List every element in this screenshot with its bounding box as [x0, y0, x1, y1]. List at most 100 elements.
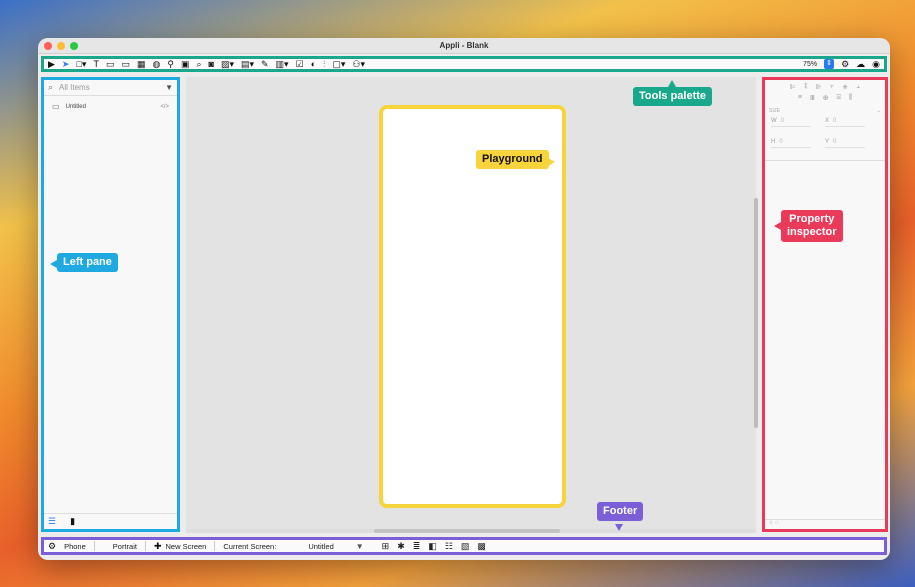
items-filter[interactable]: ⌕ All Items ▼ [44, 80, 177, 96]
table-icon[interactable]: ▦ [137, 59, 146, 69]
pointer-icon[interactable]: ➤ [62, 59, 70, 69]
footer-callout-arrow [615, 524, 623, 531]
edit-icon[interactable]: ✎ [261, 59, 269, 69]
chevron-down-icon[interactable]: ▼ [165, 83, 173, 92]
tools-palette-callout: Tools palette [633, 87, 713, 107]
chat-icon[interactable]: ▩ [477, 541, 486, 552]
sliders-icon[interactable]: ⫶ [323, 59, 325, 69]
play-icon[interactable]: ▶ [48, 59, 55, 69]
chevron-down-icon[interactable]: ▼ [356, 542, 364, 551]
align-center-icon[interactable]: ‡ [804, 83, 808, 91]
text-icon[interactable]: T [93, 59, 99, 69]
image-icon[interactable]: ▨▾ [221, 59, 234, 69]
search-icon[interactable]: ⌕ [196, 59, 201, 69]
playground-callout: Playground [476, 150, 549, 170]
property-inspector-callout-line2: inspector [787, 226, 837, 239]
size-fields: W0 X0 H0 Y0 [765, 114, 885, 152]
grid-icon[interactable]: ⊞ [382, 541, 390, 552]
footer-bar: ⚙ Phone Portrait ✚ New Screen Current Sc… [41, 537, 887, 555]
toggle-icon[interactable]: ◐ [311, 59, 316, 69]
chart-icon[interactable]: ▣ [181, 59, 190, 69]
globe-icon[interactable]: ◍ [152, 59, 160, 69]
tools-palette: ▶ ➤ □▾ T ▭ ▭ ▦ ◍ ⚲ ▣ ⌕ ◙ ▨▾ ▤▾ ✎ ▥▾ ☑ ◐ … [41, 56, 887, 72]
equal-spacing-icon[interactable]: ⫼ [849, 94, 852, 102]
zoom-level[interactable]: 75% [803, 61, 817, 68]
footer-tools: ⊞ ✱ ≣ ◧ ☷ ▧ ▩ [382, 541, 486, 552]
align-bottom-icon[interactable]: ⫠ [856, 83, 860, 91]
divider [93, 541, 95, 551]
app-window: Appli - Blank ▶ ➤ □▾ T ▭ ▭ ▦ ◍ ⚲ ▣ ⌕ ◙ ▨… [38, 38, 890, 560]
form-icon[interactable]: ▥▾ [276, 59, 289, 69]
list-icon[interactable]: ▤▾ [241, 59, 254, 69]
screen-icon: ▭ [52, 102, 60, 111]
tools-palette-callout-arrow [668, 80, 676, 87]
align-right-icon[interactable]: ⊪ [816, 83, 822, 91]
chevron-down-icon: ⌄ [876, 108, 881, 114]
align-middle-icon[interactable]: ⧺ [842, 83, 848, 91]
center-both-icon[interactable]: ⊕ [823, 94, 829, 102]
property-inspector-callout-line1: Property [789, 213, 835, 225]
property-inspector-callout-arrow [774, 222, 781, 230]
bookmark-icon[interactable]: ▮ [70, 516, 75, 527]
height-field[interactable]: H0 [771, 139, 811, 148]
storage-icon[interactable]: ◧ [428, 541, 437, 552]
search-icon: ⌕ [48, 82, 54, 92]
device-selector[interactable]: Phone [64, 542, 86, 551]
settings-icon[interactable]: ⚙ [48, 541, 56, 551]
disabled-icon[interactable]: ⊘ [769, 520, 773, 526]
playground-callout-arrow [548, 158, 555, 166]
button-icon[interactable]: ▭ [106, 59, 115, 69]
x-field[interactable]: X0 [825, 118, 865, 127]
calendar-icon[interactable]: ▢▾ [332, 59, 345, 69]
input-icon[interactable]: ▭ [121, 59, 130, 69]
size-label: SIZE [769, 108, 781, 114]
divider [144, 541, 146, 551]
distribute-vertical-icon[interactable]: Ⅲ [810, 94, 815, 102]
database-icon[interactable]: ≣ [413, 541, 421, 552]
rectangle-icon[interactable]: □▾ [76, 59, 86, 69]
clipboard-icon[interactable]: ▧ [461, 541, 470, 552]
cloud-upload-icon[interactable]: ☁ [856, 59, 865, 69]
width-field[interactable]: W0 [771, 118, 811, 127]
property-inspector-callout: Property inspector [781, 210, 843, 243]
camera-icon[interactable]: ◙ [209, 59, 214, 69]
left-pane-tabs: ☰ ▮ [44, 513, 177, 529]
list-item[interactable]: ▭ Untitled </> [44, 100, 177, 114]
list-item-label: Untitled [65, 104, 86, 110]
user-icon[interactable]: ⚇▾ [352, 59, 365, 69]
checkbox-icon[interactable]: ☑ [296, 59, 304, 69]
settings-icon[interactable]: ⚙ [841, 59, 849, 69]
code-icon[interactable]: ‹/› [775, 520, 780, 526]
left-pane-callout: Left pane [57, 253, 118, 273]
map-pin-icon[interactable]: ⚲ [167, 59, 174, 69]
alignment-tools-row-1: ⊫ ‡ ⊪ ⫟ ⧺ ⫠ [765, 83, 885, 91]
y-field[interactable]: Y0 [825, 139, 865, 148]
horizontal-scrollbar[interactable] [374, 529, 560, 533]
list-icon[interactable]: ☷ [445, 541, 453, 552]
vertical-scrollbar[interactable] [754, 198, 758, 428]
filter-label: All Items [59, 83, 90, 92]
stretch-icon[interactable]: ⌸ [837, 94, 841, 102]
list-view-icon[interactable]: ☰ [48, 516, 56, 527]
current-screen-label: Current Screen: [223, 541, 277, 551]
code-icon[interactable]: </> [160, 104, 169, 110]
bug-icon[interactable]: ✱ [397, 541, 405, 552]
alignment-tools-row-2: ≡ Ⅲ ⊕ ⌸ ⫼ [765, 94, 885, 102]
window-title: Appli - Blank [439, 41, 489, 50]
inspector-divider [765, 160, 885, 161]
title-bar: Appli - Blank [38, 38, 890, 54]
align-top-icon[interactable]: ⫟ [830, 83, 834, 91]
footer-callout: Footer [597, 502, 644, 522]
account-icon[interactable]: ◉ [872, 59, 880, 69]
align-left-icon[interactable]: ⊫ [790, 83, 796, 91]
divider [214, 541, 216, 551]
distribute-horizontal-icon[interactable]: ≡ [798, 94, 802, 102]
property-inspector: ⊫ ‡ ⊪ ⫟ ⧺ ⫠ ≡ Ⅲ ⊕ ⌸ ⫼ SIZE ⌄ W0 X0 H0 Y0… [762, 77, 888, 532]
inspector-footer: ⊘ ‹/› [765, 519, 885, 529]
zoom-stepper[interactable]: ⇕ [824, 59, 835, 69]
current-screen-value[interactable]: Untitled [308, 542, 333, 551]
orientation-selector[interactable]: Portrait [113, 542, 137, 551]
left-pane-callout-arrow [50, 260, 57, 268]
plus-icon[interactable]: ✚ [154, 541, 162, 551]
new-screen-button[interactable]: New Screen [166, 542, 207, 551]
